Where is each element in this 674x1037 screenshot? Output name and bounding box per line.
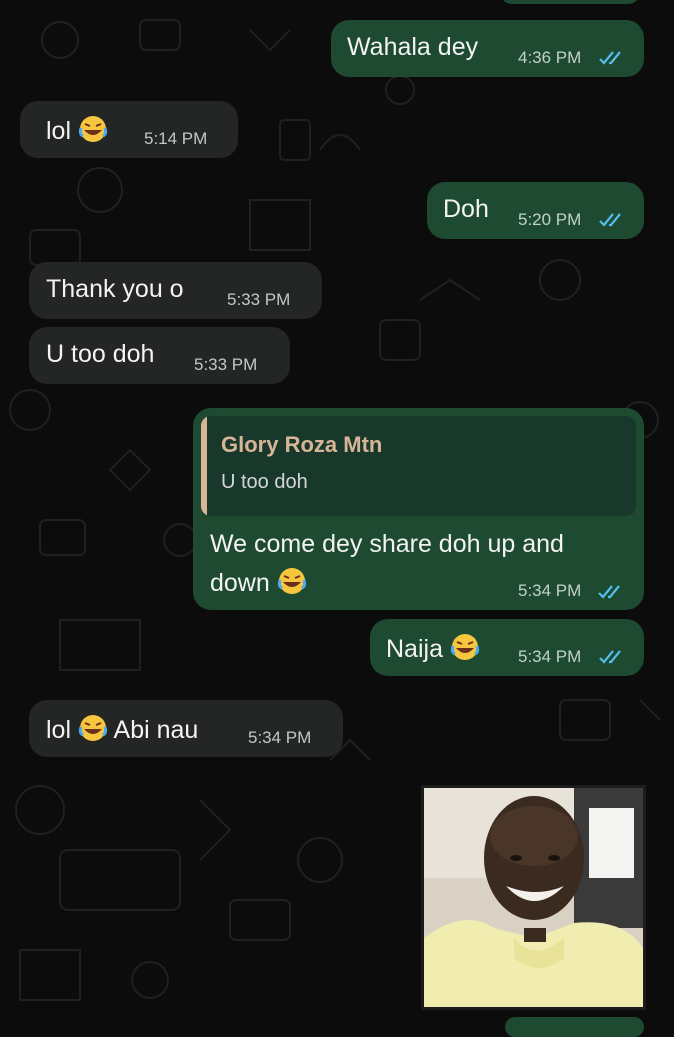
message-time: 5:33 PM <box>194 355 258 374</box>
message-bubble-incoming[interactable]: U too doh 5:33 PM <box>29 327 290 384</box>
message-time: 5:33 PM <box>227 290 291 309</box>
message-bubble-incoming[interactable]: Thank you o 5:33 PM <box>29 262 322 319</box>
double-check-icon <box>599 213 621 227</box>
double-check-icon <box>599 650 621 664</box>
laughing-emoji <box>450 634 480 660</box>
message-bubble-outgoing[interactable]: Naija 5:34 PM <box>370 619 644 676</box>
message-bubble-outgoing[interactable]: Doh 5:20 PM <box>427 182 644 239</box>
message-time: 5:34 PM <box>248 728 312 747</box>
message-text-line-2: down <box>210 566 307 598</box>
message-text: Thank you o <box>46 275 184 303</box>
reply-quote[interactable]: Glory Roza Mtn U too doh <box>201 416 636 516</box>
message-bubble-incoming[interactable]: lol 5:14 PM <box>20 101 238 158</box>
message-bubble-incoming[interactable]: lol Abi nau 5:34 PM <box>29 700 343 757</box>
message-text: U too doh <box>46 340 155 368</box>
message-time: 5:14 PM <box>144 129 208 148</box>
message-text: Wahala dey <box>347 33 479 61</box>
message-time: 5:20 PM <box>518 210 582 229</box>
message-text: lol <box>46 114 108 146</box>
sticker-image[interactable] <box>421 785 646 1010</box>
message-bubble-outgoing-reply[interactable]: Glory Roza Mtn U too doh We come dey sha… <box>193 408 644 610</box>
photo-of-smiling-man <box>424 788 643 1007</box>
message-text: lol Abi nau <box>46 713 198 745</box>
message-text: Doh <box>443 195 489 223</box>
message-bubble-partial <box>505 1017 644 1037</box>
message-bubble-partial <box>500 0 640 4</box>
quote-accent-bar <box>201 416 207 516</box>
laughing-emoji <box>277 568 306 594</box>
laughing-emoji <box>78 715 108 741</box>
message-time: 4:36 PM <box>518 48 582 67</box>
quote-author: Glory Roza Mtn <box>221 432 383 457</box>
laughing-emoji <box>78 116 108 142</box>
message-bubble-outgoing[interactable]: Wahala dey 4:36 PM <box>331 20 644 77</box>
double-check-icon <box>599 51 621 65</box>
message-text-line-1: We come dey share doh up and <box>210 530 564 558</box>
message-time: 5:34 PM <box>518 647 582 666</box>
message-time: 5:34 PM <box>518 581 582 600</box>
quote-text: U too doh <box>221 471 308 493</box>
message-text: Naija <box>386 632 480 664</box>
double-check-icon <box>598 585 620 599</box>
